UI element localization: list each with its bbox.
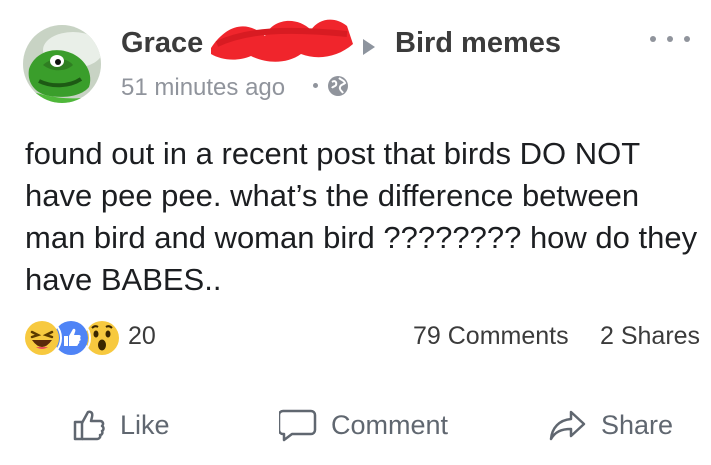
comment-bubble-icon: [279, 409, 317, 442]
reaction-count[interactable]: 20: [128, 322, 156, 351]
like-label: Like: [120, 409, 170, 440]
post-text: found out in a recent post that birds DO…: [25, 136, 698, 297]
post-card: Grace Bird memes 51 minutes ago found ou…: [0, 0, 711, 465]
share-arrow-icon: [549, 410, 586, 441]
globe-icon: [328, 76, 348, 96]
separator-dot: [313, 83, 318, 88]
comment-button[interactable]: Comment: [279, 405, 448, 445]
thumbs-up-icon: [73, 410, 105, 441]
redaction-scribble: [211, 19, 353, 62]
post-timestamp[interactable]: 51 minutes ago: [121, 74, 285, 102]
share-label: Share: [601, 409, 674, 440]
like-button[interactable]: Like: [72, 405, 170, 445]
share-button[interactable]: Share: [549, 405, 673, 445]
comment-label: Comment: [331, 409, 449, 440]
avatar[interactable]: [23, 25, 101, 103]
comments-count-link[interactable]: 79 Comments: [413, 322, 569, 351]
author-name[interactable]: Grace: [121, 27, 203, 60]
haha-reaction-icon: [22, 318, 62, 358]
group-name[interactable]: Bird memes: [395, 27, 561, 60]
ellipsis-icon[interactable]: [650, 30, 690, 48]
shared-to-arrow-icon: [363, 39, 375, 55]
shares-count-link[interactable]: 2 Shares: [600, 322, 700, 351]
